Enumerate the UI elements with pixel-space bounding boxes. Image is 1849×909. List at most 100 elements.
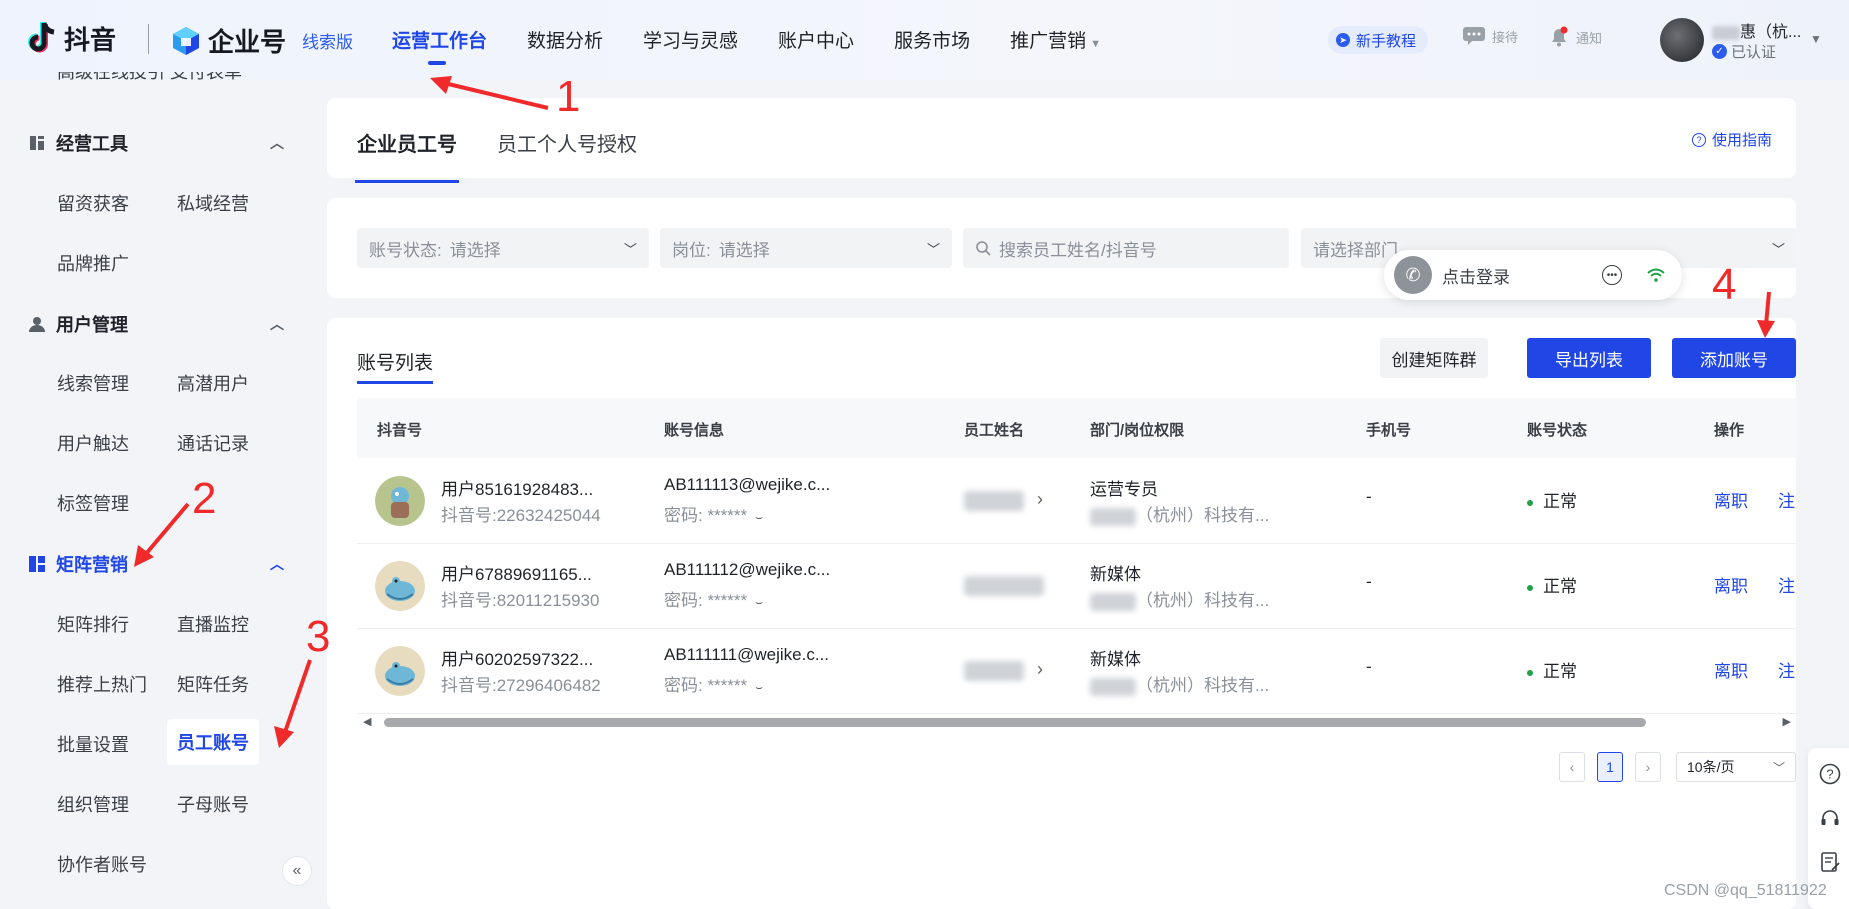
chevron-right-icon[interactable]: › (1037, 659, 1043, 680)
resign-link[interactable]: 离职 (1714, 572, 1748, 597)
sidebar-group-business-tools[interactable]: 经营工具 ︿ (28, 130, 284, 156)
page-size-select[interactable]: 10条/页 ﹀ (1676, 752, 1796, 782)
tabs-card: 企业员工号 员工个人号授权 ? 使用指南 (327, 98, 1796, 183)
sidebar-item-brand-promo[interactable]: 品牌推广 (57, 250, 129, 276)
matrix-icon (28, 555, 46, 573)
sidebar-item-batch-settings[interactable]: 批量设置 (57, 731, 129, 757)
check-icon: ✓ (1712, 44, 1727, 59)
eye-closed-icon[interactable]: ⌣ (755, 680, 763, 694)
sidebar-item-leads[interactable]: 线索管理 (57, 370, 129, 396)
status-dot (1527, 669, 1533, 676)
annotation-number-3: 3 (306, 612, 331, 661)
row-nickname: 用户60202597322... (441, 650, 594, 669)
post-select-placeholder: 请选择 (718, 240, 770, 260)
sidebar-item-collaborators[interactable]: 协作者账号 (57, 851, 147, 877)
feedback-icon[interactable] (1818, 850, 1842, 874)
sidebar-item-org-management[interactable]: 组织管理 (57, 791, 129, 817)
prev-page-button[interactable]: ‹ (1559, 752, 1585, 782)
status-text: 正常 (1543, 492, 1577, 511)
nav-operations-workbench[interactable]: 运营工作台 (392, 26, 487, 65)
create-matrix-group-button[interactable]: 创建矩阵群 (1380, 338, 1488, 378)
edition-tag: 线索版 (302, 33, 354, 52)
sidebar-item-call-records[interactable]: 通话记录 (177, 430, 249, 456)
blurred-company (1090, 507, 1136, 526)
search-icon (976, 241, 991, 256)
reception-label: 接待 (1492, 29, 1519, 45)
resign-link[interactable]: 离职 (1714, 487, 1748, 512)
guide-link[interactable]: ? 使用指南 (1691, 129, 1772, 150)
sidebar-item-matrix-tasks[interactable]: 矩阵任务 (177, 671, 249, 697)
post-select[interactable]: 岗位: 请选择 ﹀ (660, 228, 952, 268)
tutorial-button[interactable]: ➤ 新手教程 (1328, 26, 1429, 54)
sidebar-item-matrix-rank[interactable]: 矩阵排行 (57, 611, 129, 637)
eye-closed-icon[interactable]: ⌣ (755, 510, 763, 524)
sidebar-group-matrix-marketing[interactable]: 矩阵营销 ︿ (28, 551, 284, 577)
chevron-right-icon[interactable]: › (1037, 489, 1043, 510)
row-post: 新媒体 (1090, 565, 1141, 584)
user-name[interactable]: 惠（杭... (1712, 18, 1801, 42)
scroll-left-icon[interactable]: ◀ (363, 715, 371, 728)
sidebar-item-tags[interactable]: 标签管理 (57, 490, 129, 516)
annotation-number-2: 2 (192, 474, 217, 523)
sidebar-item-live-monitor[interactable]: 直播监控 (177, 611, 249, 637)
chevron-left-icon: ‹ (1569, 759, 1575, 775)
nav-learning[interactable]: 学习与灵感 (643, 26, 738, 53)
next-page-button[interactable]: › (1635, 752, 1661, 782)
row-phone: - (1366, 657, 1372, 676)
notify-button[interactable]: 通知 (1548, 26, 1602, 48)
horizontal-scrollbar[interactable]: ◀ ▶ (357, 715, 1797, 729)
scroll-right-icon[interactable]: ▶ (1783, 715, 1791, 728)
more-icon[interactable]: ••• (1602, 265, 1622, 285)
douyin-logo[interactable]: 抖音 (26, 20, 116, 57)
tab-enterprise-employee[interactable]: 企业员工号 (355, 128, 459, 183)
sidebar-item-leads-capture[interactable]: 留资获客 (57, 190, 129, 216)
sidebar-item-high-potential[interactable]: 高潜用户 (177, 370, 249, 396)
sidebar (0, 80, 300, 909)
add-account-button[interactable]: 添加账号 (1672, 338, 1796, 378)
status-select-placeholder: 请选择 (449, 240, 501, 260)
row-phone: - (1366, 572, 1372, 591)
row-account: AB111111@wejike.c... (664, 645, 829, 664)
col-employee-name: 员工姓名 (964, 422, 1025, 439)
cancel-link[interactable]: 注 (1778, 572, 1795, 597)
tab-personal-auth[interactable]: 员工个人号授权 (497, 128, 637, 157)
row-password: 密码: ****** ⌣ (664, 671, 763, 696)
headset-icon[interactable] (1818, 806, 1842, 830)
sidebar-group-user-management[interactable]: 用户管理 ︿ (28, 311, 284, 337)
nav-data-analysis[interactable]: 数据分析 (527, 26, 603, 53)
floating-login-widget[interactable]: ✆ 点击登录 ••• (1384, 250, 1682, 300)
douyin-note-icon (28, 21, 55, 52)
nav-account-center[interactable]: 账户中心 (778, 26, 854, 53)
sidebar-item-private-domain[interactable]: 私域经营 (177, 190, 249, 216)
user-icon (28, 315, 46, 333)
phone-icon: ✆ (1394, 256, 1432, 294)
reception-button[interactable]: 接待 (1462, 26, 1518, 46)
status-select-label: 账号状态: (369, 240, 442, 260)
qiye-logo[interactable]: 企业号 线索版 (172, 22, 353, 59)
user-name-suffix: 惠（杭... (1740, 24, 1802, 41)
chevron-down-icon: ﹀ (926, 241, 940, 257)
help-icon[interactable]: ? (1818, 762, 1842, 786)
row-nickname: 用户85161928483... (441, 480, 594, 499)
nav-service-market[interactable]: 服务市场 (894, 26, 970, 53)
nav-promotion[interactable]: 推广营销 ▼ (1010, 26, 1101, 53)
export-list-button[interactable]: 导出列表 (1527, 338, 1651, 378)
eye-closed-icon[interactable]: ⌣ (755, 595, 763, 609)
notify-label: 通知 (1576, 30, 1603, 46)
sidebar-item-sub-accounts[interactable]: 子母账号 (177, 791, 249, 817)
sidebar-item-user-reach[interactable]: 用户触达 (57, 430, 129, 456)
scrollbar-thumb[interactable] (384, 718, 1646, 727)
status-select[interactable]: 账号状态: 请选择 ﹀ (357, 228, 649, 268)
resign-link[interactable]: 离职 (1714, 657, 1748, 682)
avatar (375, 646, 425, 696)
sidebar-collapse-button[interactable]: « (282, 856, 312, 886)
guide-label: 使用指南 (1711, 132, 1772, 149)
cancel-link[interactable]: 注 (1778, 657, 1795, 682)
user-avatar[interactable] (1660, 18, 1704, 62)
user-menu-caret-icon[interactable]: ▼ (1810, 32, 1822, 46)
sidebar-item-employee-accounts[interactable]: 员工账号 (167, 719, 259, 765)
cancel-link[interactable]: 注 (1778, 487, 1795, 512)
page-1-button[interactable]: 1 (1597, 752, 1623, 782)
search-input[interactable]: 搜索员工姓名/抖音号 (963, 228, 1289, 268)
sidebar-item-hot-recommend[interactable]: 推荐上热门 (57, 671, 147, 697)
